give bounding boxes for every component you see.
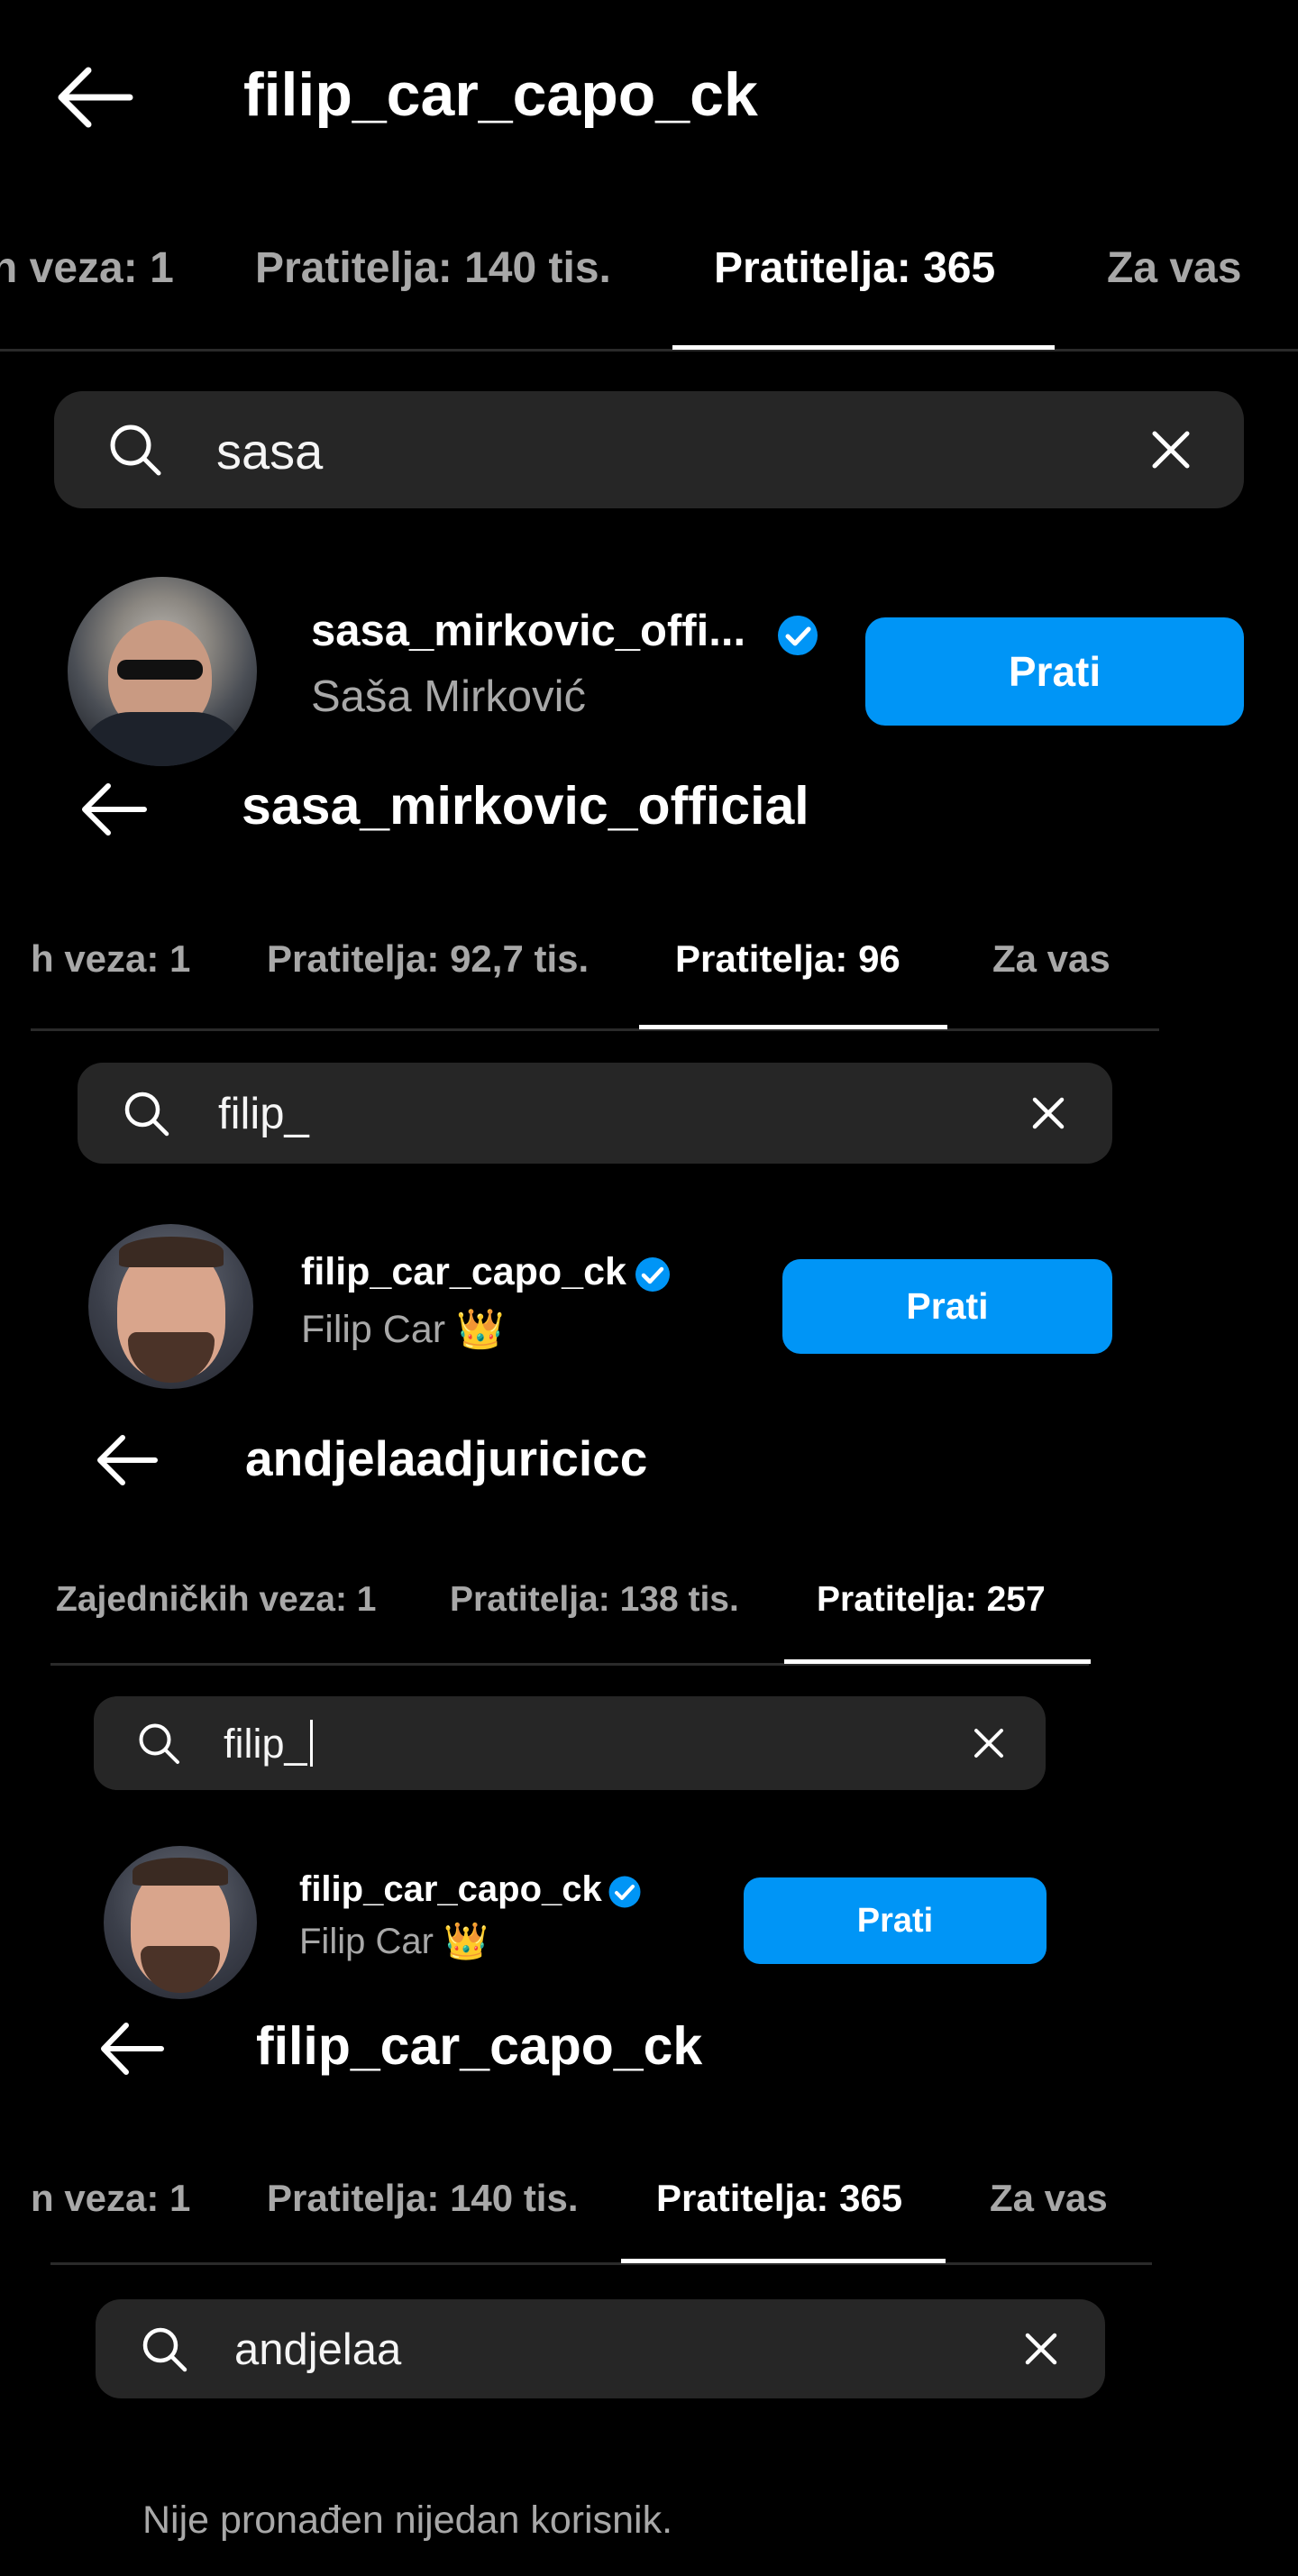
avatar-beard bbox=[141, 1946, 220, 1993]
search-bar[interactable]: andjelaa bbox=[96, 2299, 1105, 2398]
tab-mutual[interactable]: Zajedničkih veza: 1 bbox=[56, 1580, 376, 1620]
page-title: filip_car_capo_ck bbox=[256, 2016, 703, 2076]
avatar-hair bbox=[133, 1858, 228, 1886]
follow-button[interactable]: Prati bbox=[865, 617, 1244, 726]
search-icon bbox=[124, 1092, 169, 1137]
tabs-divider bbox=[50, 2262, 1152, 2265]
follow-button[interactable]: Prati bbox=[744, 1877, 1047, 1964]
active-tab-underline bbox=[672, 345, 1055, 350]
close-icon[interactable] bbox=[1031, 1096, 1065, 1130]
result-full-name: Filip Car 👑 bbox=[301, 1308, 505, 1351]
close-icon[interactable] bbox=[973, 1727, 1005, 1759]
avatar[interactable] bbox=[104, 1846, 257, 1999]
search-icon bbox=[142, 2327, 187, 2372]
page-title: andjelaadjuricicc bbox=[245, 1433, 648, 1486]
screen-3: andjelaadjuricicc Zajedničkih veza: 1 Pr… bbox=[0, 1433, 1100, 2001]
screen-4: filip_car_capo_ck n veza: 1 Pratitelja: … bbox=[0, 2001, 1163, 2576]
back-button[interactable] bbox=[54, 65, 133, 130]
search-icon bbox=[110, 425, 161, 476]
search-bar[interactable]: sasa bbox=[54, 391, 1244, 508]
verified-badge-icon bbox=[608, 1876, 641, 1908]
back-button[interactable] bbox=[94, 1433, 159, 1487]
close-icon[interactable] bbox=[1151, 430, 1191, 470]
tab-for-you[interactable]: Za vas bbox=[990, 2177, 1108, 2220]
screen-1: filip_car_capo_ck n veza: 1 Pratitelja: … bbox=[0, 0, 1298, 775]
avatar-jacket bbox=[77, 712, 248, 766]
search-bar[interactable]: filip_ bbox=[94, 1696, 1046, 1790]
avatar-sunglasses bbox=[117, 660, 203, 680]
result-username[interactable]: sasa_mirkovic_offi... bbox=[311, 606, 745, 656]
tab-followers[interactable]: Pratitelja: 140 tis. bbox=[267, 2177, 579, 2220]
avatar[interactable] bbox=[68, 577, 257, 766]
page-title: sasa_mirkovic_official bbox=[242, 776, 809, 836]
tab-followers[interactable]: Pratitelja: 92,7 tis. bbox=[267, 937, 589, 981]
tab-following[interactable]: Pratitelja: 257 bbox=[817, 1580, 1046, 1620]
follow-button[interactable]: Prati bbox=[782, 1259, 1112, 1354]
tab-for-you[interactable]: Za vas bbox=[992, 937, 1111, 981]
back-button[interactable] bbox=[78, 781, 148, 837]
tab-followers[interactable]: Pratitelja: 138 tis. bbox=[450, 1580, 739, 1620]
page-title: filip_car_capo_ck bbox=[243, 60, 758, 129]
search-input[interactable]: filip_ bbox=[218, 1089, 309, 1139]
tab-mutual[interactable]: n veza: 1 bbox=[31, 2177, 190, 2220]
tab-following[interactable]: Pratitelja: 365 bbox=[656, 2177, 902, 2220]
search-input[interactable]: andjelaa bbox=[234, 2325, 401, 2375]
back-button[interactable] bbox=[96, 2021, 165, 2077]
tabs-divider bbox=[31, 1028, 1159, 1031]
tab-followers[interactable]: Pratitelja: 140 tis. bbox=[255, 243, 611, 293]
tab-following[interactable]: Pratitelja: 96 bbox=[675, 937, 900, 981]
tab-for-you[interactable]: Za vas bbox=[1107, 243, 1241, 293]
avatar[interactable] bbox=[88, 1224, 253, 1389]
search-icon bbox=[139, 1723, 179, 1764]
active-tab-underline bbox=[621, 2259, 946, 2263]
search-input[interactable]: filip_ bbox=[224, 1721, 307, 1768]
result-username[interactable]: filip_car_capo_ck bbox=[301, 1250, 626, 1294]
tab-following[interactable]: Pratitelja: 365 bbox=[714, 243, 995, 293]
search-input[interactable]: sasa bbox=[216, 422, 323, 480]
result-full-name: Saša Mirković bbox=[311, 672, 586, 721]
verified-badge-icon bbox=[778, 616, 818, 655]
avatar-hair bbox=[119, 1237, 224, 1267]
tab-mutual[interactable]: h veza: 1 bbox=[31, 937, 190, 981]
avatar-beard bbox=[128, 1332, 215, 1383]
arrow-left-icon bbox=[101, 2023, 164, 2075]
active-tab-underline bbox=[784, 1659, 1091, 1664]
arrow-left-icon bbox=[97, 1435, 158, 1485]
close-icon[interactable] bbox=[1024, 2332, 1058, 2366]
arrow-left-icon bbox=[58, 67, 133, 128]
search-bar[interactable]: filip_ bbox=[78, 1063, 1112, 1164]
empty-state-message: Nije pronađen nijedan korisnik. bbox=[142, 2498, 673, 2542]
tab-mutual[interactable]: n veza: 1 bbox=[0, 243, 174, 293]
verified-badge-icon bbox=[635, 1257, 670, 1292]
result-username[interactable]: filip_car_capo_ck bbox=[299, 1869, 602, 1910]
screen-2: sasa_mirkovic_official h veza: 1 Pratite… bbox=[0, 775, 1163, 1433]
active-tab-underline bbox=[639, 1025, 947, 1029]
tabs-divider bbox=[0, 349, 1298, 352]
text-cursor bbox=[310, 1720, 313, 1767]
arrow-left-icon bbox=[82, 783, 147, 836]
result-full-name: Filip Car 👑 bbox=[299, 1922, 489, 1961]
